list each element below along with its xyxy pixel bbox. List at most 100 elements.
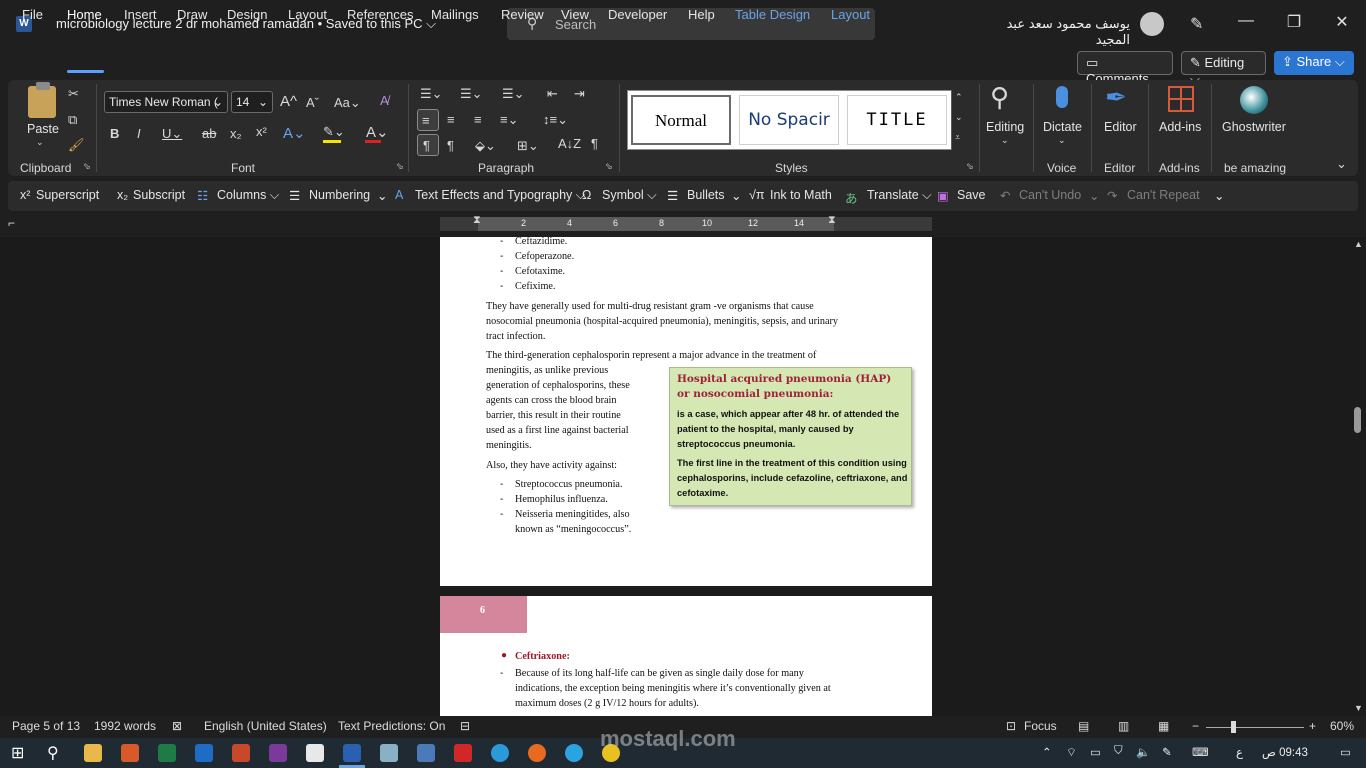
highlight-icon[interactable]: ✎⌄ [323,124,345,140]
wifi-icon[interactable]: ⌔ [1066,745,1077,760]
proofing-icon[interactable]: ⊠ [172,719,182,733]
windows-start-icon[interactable]: ⊞ [11,743,24,763]
qat-cant-repeat[interactable]: Can't Repeat [1127,188,1200,202]
tab-mailings[interactable]: Mailings [431,7,479,22]
battery-icon[interactable]: ▭ [1090,745,1101,759]
rtl-paragraph-icon[interactable]: ¶ [447,138,454,153]
page-count[interactable]: Page 5 of 13 [12,719,80,733]
tab-design[interactable]: Design [227,7,267,22]
increase-indent-icon[interactable]: ⇥ [574,86,585,102]
ghostwriter-button-label[interactable]: Ghostwriter [1222,120,1286,134]
find-icon[interactable]: ⚲ [990,82,1009,113]
qat-text-effects[interactable]: Text Effects and Typography ⌵ [415,188,585,203]
qat-numbering[interactable]: Numbering [309,188,370,202]
accessibility-icon[interactable]: ⊟ [460,719,470,733]
change-case-icon[interactable]: Aa⌄ [334,95,361,111]
shield-icon[interactable]: ⛉ [1114,745,1123,758]
addins-grid-icon[interactable] [1168,86,1194,112]
style-normal[interactable]: Normal [631,95,731,145]
clear-formatting-icon[interactable]: A̸ [380,93,389,108]
tab-references[interactable]: References [347,7,413,22]
qat-symbol[interactable]: Symbol ⌵ [602,188,657,203]
excel-icon[interactable] [158,744,176,762]
borders-icon[interactable]: ⊞⌄ [517,138,539,154]
firefox-icon[interactable] [528,744,546,762]
editor-button-label[interactable]: Editor [1104,120,1137,134]
shading-icon[interactable]: ⬙⌄ [475,138,496,154]
qat-superscript[interactable]: Superscript [36,188,99,202]
tab-review[interactable]: Review [501,7,544,22]
scroll-thumb[interactable] [1354,407,1361,433]
chevron-down-icon[interactable]: ⌄ [731,188,741,203]
collapse-ribbon-icon[interactable]: ⌄ [1336,156,1347,172]
zoom-slider-thumb[interactable] [1231,721,1236,733]
chevron-up-icon[interactable]: ⌃ [955,92,963,103]
avatar[interactable] [1140,12,1164,36]
italic-icon[interactable]: I [137,126,141,141]
right-indent-marker-icon[interactable]: ⧗ [828,214,836,227]
language[interactable]: English (United States) [204,719,327,733]
sort-icon[interactable]: A↓Z [558,136,581,151]
word-taskbar-icon[interactable] [343,744,361,762]
align-center-icon[interactable]: ≡ [447,112,455,127]
chevron-down-icon[interactable]: ⌄ [1058,135,1066,146]
pen-icon[interactable]: ✎ [1162,745,1172,759]
addins-button-label[interactable]: Add-ins [1159,120,1201,134]
font-launcher-icon[interactable]: ⬂ [396,161,404,172]
qat-save[interactable]: Save [957,188,986,202]
editing-button-label[interactable]: Editing [986,120,1024,134]
hap-callout-box[interactable]: Hospital acquired pneumonia (HAP) or nos… [669,367,912,506]
tab-developer[interactable]: Developer [608,7,667,22]
powerpoint-icon[interactable] [232,744,250,762]
subscript-icon[interactable]: x₂ [230,126,242,141]
office-icon[interactable] [121,744,139,762]
restore-icon[interactable]: ❐ [1282,12,1306,32]
tab-table-layout[interactable]: Layout [831,7,870,22]
justify-icon[interactable]: ≡⌄ [500,112,518,128]
chevron-down-icon[interactable]: ⌄ [955,112,963,123]
comments-button[interactable]: ▭ Comments [1077,51,1173,86]
snipping-tool-icon[interactable] [417,744,435,762]
app-icon[interactable] [454,744,472,762]
shrink-font-icon[interactable]: Aˇ [306,95,319,110]
grow-font-icon[interactable]: A^ [280,93,297,110]
qat-subscript[interactable]: Subscript [133,188,185,202]
qat-translate[interactable]: Translate ⌵ [867,188,932,203]
format-painter-icon[interactable]: 🖌 [68,137,85,153]
tab-table-design[interactable]: Table Design [735,7,810,22]
bullets-icon[interactable]: ☰⌄ [420,86,443,102]
paste-icon[interactable] [28,86,56,118]
indent-marker-icon[interactable]: ⧗ [473,214,481,227]
scroll-down-icon[interactable]: ▼ [1354,703,1363,713]
ltr-button[interactable]: ¶ [417,134,439,156]
font-size-select[interactable]: 14 ⌄ [231,91,273,113]
chevron-down-icon[interactable]: ⌄ [377,188,387,203]
qat-bullets[interactable]: Bullets [687,188,725,202]
tab-selector-icon[interactable]: ⌐ [8,216,15,230]
align-right-icon[interactable]: ≡ [474,112,482,127]
chevron-down-icon[interactable]: ⌄ [1001,135,1009,146]
horizontal-ruler[interactable] [440,217,932,231]
underline-icon[interactable]: U⌄ [162,126,182,142]
zoom-in-icon[interactable]: + [1309,719,1316,733]
scroll-up-icon[interactable]: ▲ [1354,239,1363,249]
dictate-button-label[interactable]: Dictate [1043,120,1082,134]
tab-insert[interactable]: Insert [124,7,157,22]
strikethrough-icon[interactable]: ab [202,126,216,141]
onenote-icon[interactable] [269,744,287,762]
taskbar-search-icon[interactable]: ⚲ [47,743,59,763]
style-title[interactable]: TITLE [847,95,947,145]
align-left-button[interactable]: ≡ [417,109,439,131]
read-mode-icon[interactable]: ▤ [1078,719,1089,733]
vertical-scrollbar[interactable]: ▲ ▼ [1350,237,1366,716]
tab-help[interactable]: Help [688,7,715,22]
keyboard-icon[interactable]: ⌨ [1192,745,1209,759]
file-explorer-icon[interactable] [84,744,102,762]
editor-pen-icon[interactable]: ✒ [1105,82,1127,113]
close-icon[interactable]: ✕ [1330,12,1354,32]
clock[interactable]: 09:43 ص [1262,745,1308,759]
telegram-icon[interactable] [565,744,583,762]
tab-draw[interactable]: Draw [177,7,207,22]
volume-icon[interactable]: 🔈 [1136,745,1150,759]
superscript-icon[interactable]: x² [256,124,267,139]
